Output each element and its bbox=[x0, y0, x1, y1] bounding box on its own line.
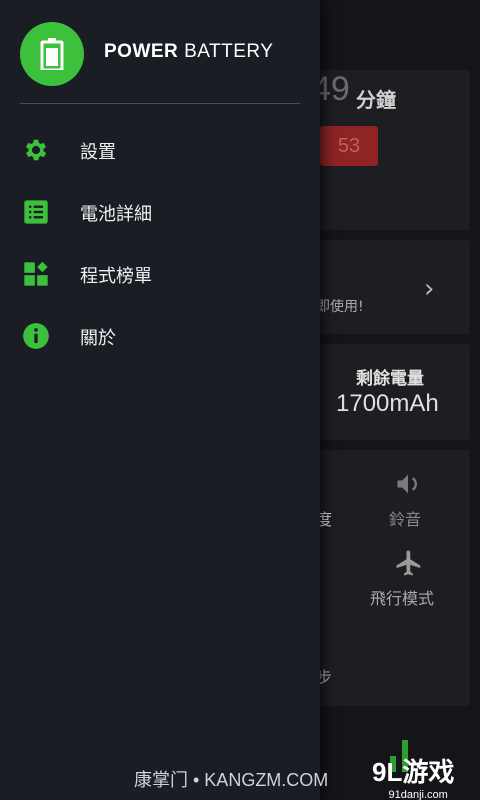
remaining-capacity-value: 1700mAh bbox=[336, 390, 439, 417]
airplane-icon[interactable] bbox=[394, 548, 424, 578]
app-title: POWER BATTERY bbox=[104, 41, 273, 63]
watermark-left: 康掌门 • KANGZM.COM bbox=[134, 770, 329, 790]
app-title-rest: BATTERY bbox=[184, 41, 274, 62]
toggles-card bbox=[310, 450, 470, 706]
chevron-right-icon[interactable]: › bbox=[424, 274, 434, 304]
menu-label-battery-details: 電池詳細 bbox=[80, 204, 152, 225]
menu-label-settings: 設置 bbox=[80, 142, 116, 163]
watermark-right-title: 9L游戏 bbox=[372, 757, 455, 787]
navigation-drawer: POWER BATTERY 設置 電池詳細 程式榜單 關於 bbox=[0, 0, 320, 800]
minutes-label: 分鐘 bbox=[356, 88, 396, 112]
menu-item-app-ranking[interactable]: 程式榜單 bbox=[0, 246, 320, 302]
tip-text: 即使用! bbox=[316, 299, 364, 315]
tip-card[interactable] bbox=[310, 240, 470, 334]
gear-icon bbox=[25, 139, 47, 161]
menu-item-settings[interactable]: 設置 bbox=[0, 122, 320, 178]
battery-icon bbox=[40, 38, 64, 70]
header-divider bbox=[20, 103, 300, 104]
widgets-icon bbox=[24, 261, 48, 286]
ringtone-label: 鈴音 bbox=[389, 510, 422, 529]
app-title-bold: POWER bbox=[104, 41, 179, 62]
watermark-right: 9L游戏 91danji.com bbox=[372, 752, 454, 800]
app-logo bbox=[20, 22, 84, 86]
list-icon bbox=[24, 200, 48, 224]
speaker-icon[interactable] bbox=[394, 470, 422, 498]
menu-label-app-ranking: 程式榜單 bbox=[80, 266, 152, 287]
menu-item-battery-details[interactable]: 電池詳細 bbox=[0, 184, 320, 240]
info-icon bbox=[23, 323, 49, 349]
menu-item-about[interactable]: 關於 bbox=[0, 308, 320, 364]
menu-label-about: 關於 bbox=[80, 328, 116, 349]
red-status-box: 53 bbox=[320, 126, 378, 166]
remaining-capacity-label: 剩餘電量 bbox=[356, 369, 424, 389]
watermark-right-url: 91danji.com bbox=[388, 789, 448, 800]
flight-mode-label: 飛行模式 bbox=[370, 589, 435, 608]
